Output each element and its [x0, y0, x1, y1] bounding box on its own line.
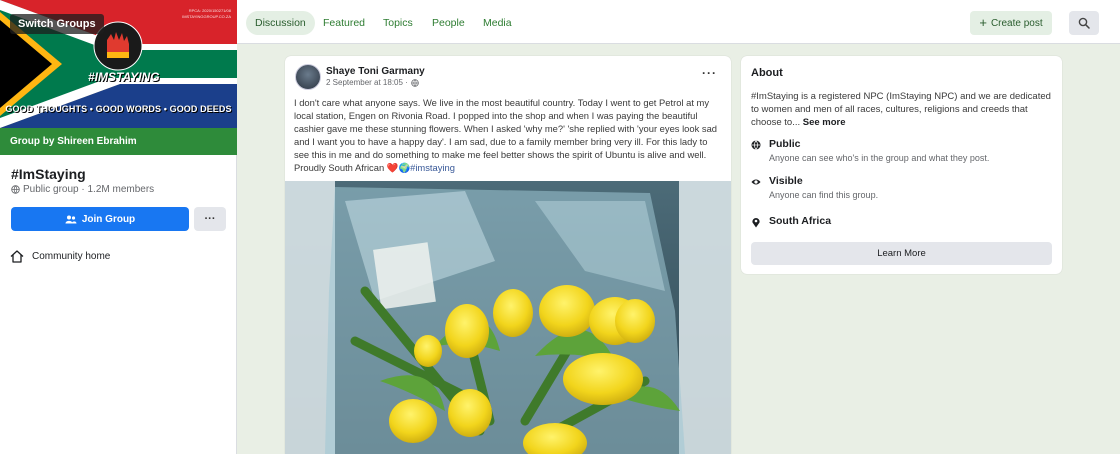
globe-icon — [411, 78, 419, 87]
about-item-public: Public Anyone can see who's in the group… — [751, 138, 989, 163]
tab-media[interactable]: Media — [474, 11, 521, 35]
switch-groups-button[interactable]: Switch Groups — [10, 14, 104, 34]
group-meta-text: Public group · 1.2M members — [23, 184, 155, 195]
cover-brand-text: #IMSTAYING — [88, 70, 160, 84]
search-button[interactable] — [1069, 11, 1099, 35]
about-description: #ImStaying is a registered NPC (ImStayin… — [751, 90, 1051, 129]
post-hashtag[interactable]: #imstaying — [410, 162, 455, 173]
plus-icon: + — [979, 15, 987, 30]
registration-website: IMSTAYINGGROUP.CO.ZA — [182, 14, 231, 19]
tab-discussion[interactable]: Discussion — [246, 11, 315, 35]
about-description-text: #ImStaying is a registered NPC (ImStayin… — [751, 91, 1051, 128]
see-more-link[interactable]: See more — [803, 117, 846, 128]
about-item-visible: Visible Anyone can find this group. — [751, 175, 878, 200]
post-author[interactable]: Shaye Toni Garmany — [326, 66, 425, 77]
home-icon — [10, 250, 24, 263]
about-item-title: Public — [769, 138, 801, 150]
tab-topics[interactable]: Topics — [374, 11, 422, 35]
group-meta: Public group · 1.2M members — [11, 184, 154, 195]
search-icon — [1078, 17, 1090, 29]
registration-text: RPCA: 2020/150271/08 IMSTAYINGGROUP.CO.Z… — [182, 8, 231, 20]
post-timestamp[interactable]: 2 September at 18:05 · — [326, 78, 419, 87]
eye-icon — [751, 179, 761, 185]
post-body-text: I don't care what anyone says. We live i… — [294, 97, 717, 173]
create-post-button[interactable]: + Create post — [970, 11, 1052, 35]
tab-people[interactable]: People — [423, 11, 474, 35]
post-options-icon[interactable]: ··· — [702, 66, 717, 80]
join-group-button[interactable]: Join Group — [11, 207, 189, 231]
group-name: #ImStaying — [11, 166, 86, 182]
post-time-text: 2 September at 18:05 · — [326, 78, 408, 87]
location-pin-icon — [752, 218, 760, 228]
globe-icon — [11, 185, 20, 194]
left-sidebar: Switch Groups RPCA: 2020/150271/08 IMSTA… — [0, 0, 237, 454]
more-options-button[interactable]: ··· — [194, 207, 226, 231]
tab-featured[interactable]: Featured — [314, 11, 374, 35]
about-item-location: South Africa — [751, 215, 831, 228]
people-icon — [65, 215, 77, 223]
group-owner-banner[interactable]: Group by Shireen Ebrahim — [0, 128, 237, 155]
group-tab-bar: Discussion Featured Topics People Media … — [237, 0, 1120, 44]
join-group-label: Join Group — [81, 213, 136, 225]
group-cover-photo[interactable]: Switch Groups RPCA: 2020/150271/08 IMSTA… — [0, 0, 237, 128]
about-item-title: South Africa — [769, 215, 832, 227]
post-photo[interactable] — [285, 181, 731, 454]
create-post-label: Create post — [990, 17, 1043, 29]
heart-globe-emoji: ❤️🌍 — [386, 162, 411, 173]
community-home-link[interactable]: Community home — [10, 250, 110, 263]
about-item-title: Visible — [769, 175, 803, 187]
about-item-subtitle: Anyone can find this group. — [769, 190, 879, 200]
about-title: About — [751, 67, 783, 79]
about-item-subtitle: Anyone can see who's in the group and wh… — [769, 153, 990, 163]
feed-post: Shaye Toni Garmany 2 September at 18:05 … — [285, 56, 731, 454]
learn-more-button[interactable]: Learn More — [751, 242, 1052, 265]
post-body: I don't care what anyone says. We live i… — [294, 96, 724, 174]
globe-icon — [751, 140, 761, 150]
yellow-tulips-photo — [285, 181, 731, 454]
author-avatar[interactable] — [295, 64, 321, 90]
community-home-label: Community home — [32, 251, 111, 262]
about-card: About #ImStaying is a registered NPC (Im… — [741, 56, 1062, 274]
cover-slogan: GOOD THOUGHTS • GOOD WORDS • GOOD DEEDS — [5, 104, 232, 114]
